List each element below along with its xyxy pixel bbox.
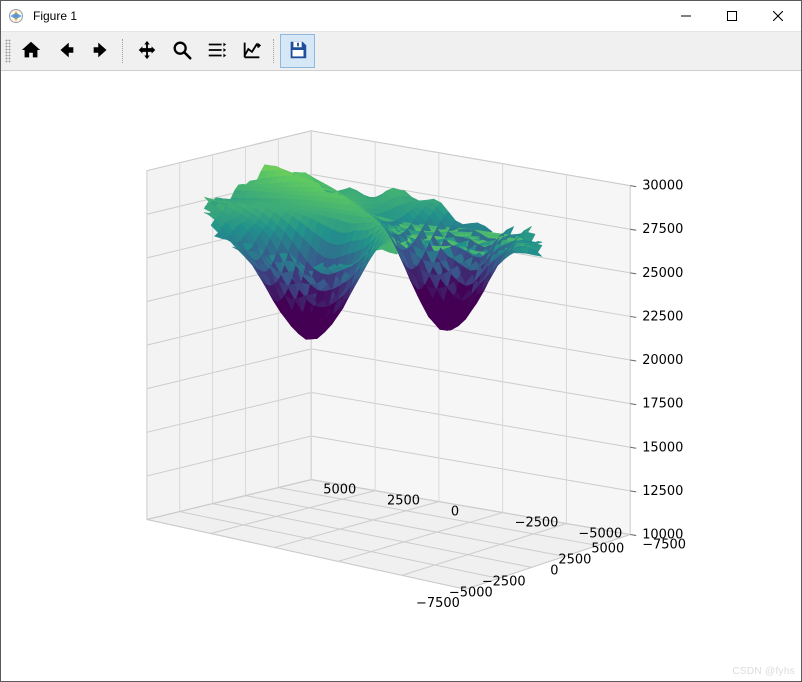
svg-text:25000: 25000	[642, 266, 683, 281]
svg-text:17500: 17500	[642, 397, 683, 412]
z-axis-ticks: 1000012500150001750020000225002500027500…	[642, 179, 683, 543]
svg-text:0: 0	[550, 563, 558, 578]
svg-text:15000: 15000	[642, 440, 683, 455]
forward-icon	[90, 39, 112, 64]
close-button[interactable]	[755, 1, 801, 31]
window: Figure 1	[0, 0, 802, 682]
svg-text:20000: 20000	[642, 353, 683, 368]
save-icon	[287, 39, 309, 64]
zoom-icon	[171, 39, 193, 64]
svg-text:5000: 5000	[591, 541, 624, 556]
svg-text:0: 0	[451, 505, 459, 520]
svg-text:22500: 22500	[642, 309, 683, 324]
svg-text:2500: 2500	[387, 494, 420, 509]
home-icon	[20, 39, 42, 64]
axes-icon	[241, 39, 263, 64]
plot-canvas[interactable]: 1000012500150001750020000225002500027500…	[1, 71, 801, 681]
forward-button[interactable]	[83, 34, 118, 68]
svg-text:30000: 30000	[642, 179, 683, 194]
window-title: Figure 1	[33, 9, 77, 23]
svg-text:27500: 27500	[642, 222, 683, 237]
minimize-button[interactable]	[663, 1, 709, 31]
back-button[interactable]	[48, 34, 83, 68]
svg-text:12500: 12500	[642, 484, 683, 499]
maximize-button[interactable]	[709, 1, 755, 31]
pan-icon	[136, 39, 158, 64]
titlebar: Figure 1	[1, 1, 801, 32]
toolbar-separator	[122, 39, 125, 63]
save-button[interactable]	[280, 34, 315, 68]
pan-button[interactable]	[129, 34, 164, 68]
svg-text:2500: 2500	[558, 552, 591, 567]
zoom-button[interactable]	[164, 34, 199, 68]
app-icon	[1, 1, 31, 31]
toolbar	[1, 32, 801, 71]
axes-button[interactable]	[234, 34, 269, 68]
toolbar-separator	[273, 39, 276, 63]
home-button[interactable]	[13, 34, 48, 68]
svg-text:−5000: −5000	[578, 526, 622, 541]
watermark: CSDN @fyhs	[732, 666, 795, 677]
svg-text:−7500: −7500	[642, 537, 686, 552]
chart-svg: 1000012500150001750020000225002500027500…	[1, 71, 801, 681]
subplots-button[interactable]	[199, 34, 234, 68]
back-icon	[55, 39, 77, 64]
svg-text:5000: 5000	[323, 483, 356, 498]
svg-text:−2500: −2500	[515, 516, 559, 531]
toolbar-grip	[5, 39, 11, 63]
subplots-icon	[206, 39, 228, 64]
svg-text:−2500: −2500	[482, 574, 526, 589]
